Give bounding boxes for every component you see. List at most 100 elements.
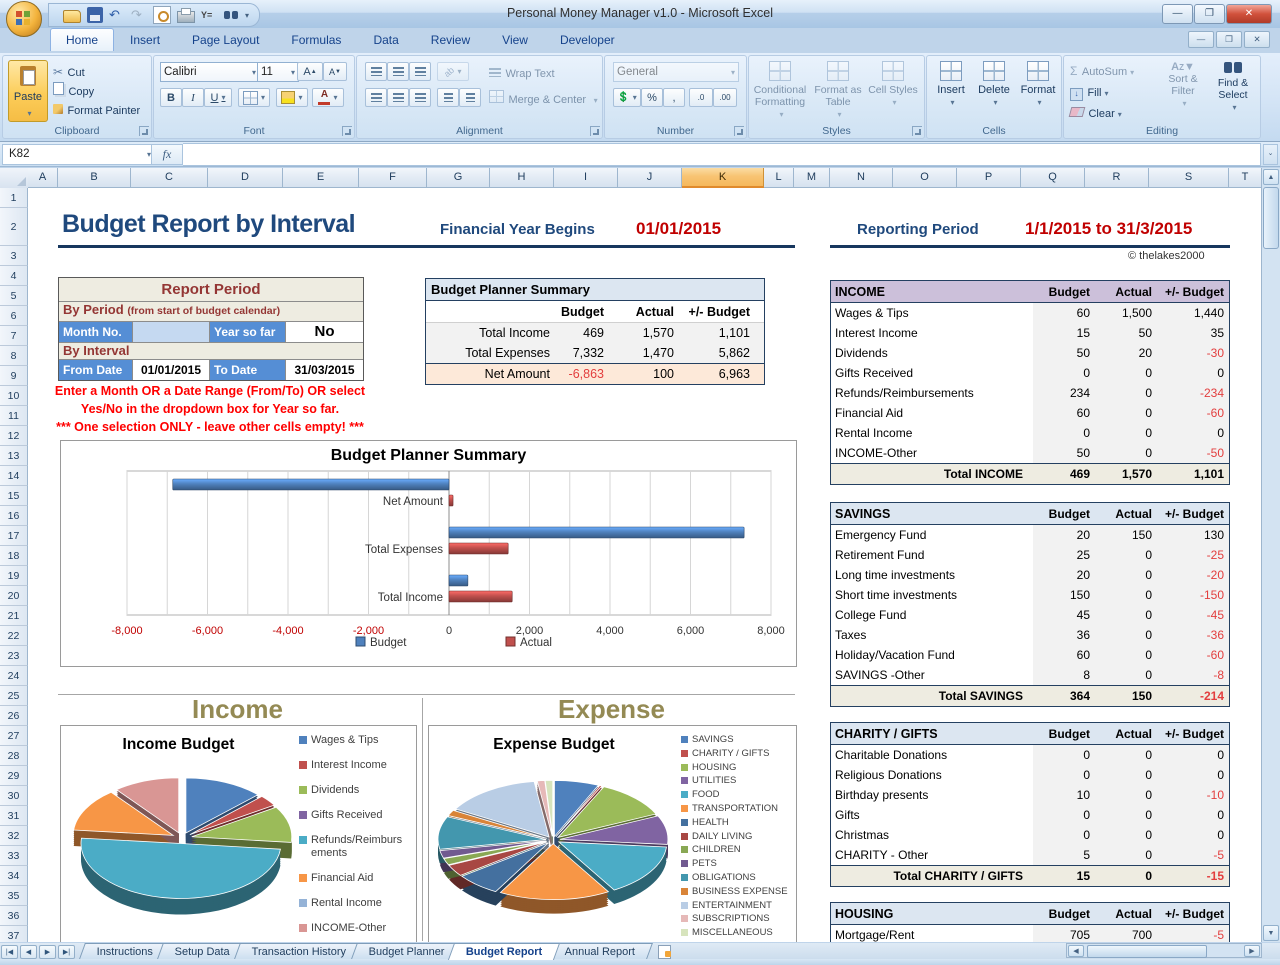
fill-button[interactable]: ↓ Fill▾ xyxy=(1070,83,1109,101)
scroll-right-button[interactable]: ▶ xyxy=(1244,945,1260,957)
shrink-font-button[interactable]: A▼ xyxy=(323,62,347,81)
row-header-20[interactable]: 20 xyxy=(0,586,28,606)
row-header-22[interactable]: 22 xyxy=(0,626,28,646)
find-select-button[interactable]: Find & Select▾ xyxy=(1210,61,1256,113)
table-row[interactable]: Refunds/Reimbursements2340-234 xyxy=(831,383,1229,403)
table-row[interactable]: Christmas000 xyxy=(831,825,1229,845)
row-header-7[interactable]: 7 xyxy=(0,326,28,346)
table-row[interactable]: Interest Income155035 xyxy=(831,323,1229,343)
table-row[interactable]: Gifts Received000 xyxy=(831,363,1229,383)
column-header-J[interactable]: J xyxy=(618,168,682,188)
row-header-2[interactable]: 2 xyxy=(0,208,28,246)
report-period-box[interactable]: Report Period By Period (from start of b… xyxy=(58,277,364,381)
column-header-D[interactable]: D xyxy=(208,168,283,188)
row-header-23[interactable]: 23 xyxy=(0,646,28,666)
row-header-26[interactable]: 26 xyxy=(0,706,28,726)
column-header-N[interactable]: N xyxy=(830,168,893,188)
table-row[interactable]: Charitable Donations000 xyxy=(831,745,1229,765)
table-row[interactable]: Taxes360-36 xyxy=(831,625,1229,645)
row-header-6[interactable]: 6 xyxy=(0,306,28,326)
horizontal-scrollbar[interactable]: ◀ ▶ xyxy=(1066,943,1262,958)
row-header-16[interactable]: 16 xyxy=(0,506,28,526)
sheet-tab-transaction-history[interactable]: Transaction History xyxy=(234,943,364,959)
table-row[interactable]: Financial Aid600-60 xyxy=(831,403,1229,423)
orientation-button[interactable]: ab▾ xyxy=(437,62,469,81)
increase-indent-icon[interactable] xyxy=(459,88,481,107)
table-row[interactable]: Birthday presents100-10 xyxy=(831,785,1229,805)
clear-button[interactable]: Clear▾ xyxy=(1070,104,1122,122)
column-header-F[interactable]: F xyxy=(359,168,427,188)
table-row[interactable]: Short time investments1500-150 xyxy=(831,585,1229,605)
insert-cells-button[interactable]: Insert▾ xyxy=(931,61,971,108)
row-header-32[interactable]: 32 xyxy=(0,826,28,846)
table-row[interactable]: INCOME-Other500-50 xyxy=(831,443,1229,463)
grow-font-button[interactable]: A▲ xyxy=(297,62,323,81)
comma-style-button[interactable]: , xyxy=(663,88,685,107)
scroll-down-button[interactable]: ▼ xyxy=(1263,925,1279,941)
column-header-G[interactable]: G xyxy=(427,168,490,188)
autosum-button[interactable]: Σ AutoSum▾ xyxy=(1070,62,1134,80)
row-header-17[interactable]: 17 xyxy=(0,526,28,546)
ribbon-tab-data[interactable]: Data xyxy=(357,28,414,51)
align-center-icon[interactable] xyxy=(387,88,409,107)
workbook-minimize-button[interactable]: — xyxy=(1188,31,1214,48)
prev-sheet-button[interactable]: ◀ xyxy=(20,945,37,959)
merge-center-button[interactable]: Merge & Center ▾ xyxy=(489,90,598,108)
delete-cells-button[interactable]: Delete▾ xyxy=(973,61,1015,108)
minimize-button[interactable]: — xyxy=(1162,4,1193,24)
row-header-9[interactable]: 9 xyxy=(0,366,28,386)
formula-bar-expand-button[interactable]: ⌄ xyxy=(1263,144,1278,165)
row-header-18[interactable]: 18 xyxy=(0,546,28,566)
row-header-3[interactable]: 3 xyxy=(0,246,28,266)
ribbon-tab-page-layout[interactable]: Page Layout xyxy=(176,28,275,51)
table-row[interactable]: Holiday/Vacation Fund600-60 xyxy=(831,645,1229,665)
column-header-M[interactable]: M xyxy=(794,168,830,188)
office-button[interactable] xyxy=(6,1,42,37)
align-left-icon[interactable] xyxy=(365,88,387,107)
row-header-1[interactable]: 1 xyxy=(0,188,28,208)
close-button[interactable]: ✕ xyxy=(1226,4,1272,24)
underline-button[interactable]: U ▾ xyxy=(204,88,232,107)
increase-decimal-button[interactable]: .0 xyxy=(689,88,713,107)
row-header-30[interactable]: 30 xyxy=(0,786,28,806)
align-bottom-icon[interactable] xyxy=(409,62,431,81)
table-row[interactable]: Wages & Tips601,5001,440 xyxy=(831,303,1229,323)
table-row[interactable]: Long time investments200-20 xyxy=(831,565,1229,585)
select-all-corner[interactable] xyxy=(0,168,29,189)
from-date-input[interactable]: 01/01/2015 xyxy=(133,360,210,380)
summary-row[interactable]: Total Income4691,5701,101 xyxy=(426,323,764,343)
maximize-button[interactable]: ❐ xyxy=(1194,4,1225,24)
row-header-35[interactable]: 35 xyxy=(0,886,28,906)
percent-style-button[interactable]: % xyxy=(641,88,663,107)
column-header-R[interactable]: R xyxy=(1085,168,1149,188)
column-header-K[interactable]: K xyxy=(682,168,764,188)
row-header-4[interactable]: 4 xyxy=(0,266,28,286)
name-box-dropdown-arrow[interactable]: ▾ xyxy=(147,150,151,159)
next-sheet-button[interactable]: ▶ xyxy=(39,945,56,959)
sheet-canvas[interactable]: Budget Report by Interval Financial Year… xyxy=(28,188,1262,942)
decrease-indent-icon[interactable] xyxy=(437,88,459,107)
column-header-I[interactable]: I xyxy=(554,168,618,188)
summary-row[interactable]: Net Amount-6,8631006,963 xyxy=(426,363,764,384)
row-header-25[interactable]: 25 xyxy=(0,686,28,706)
font-color-button[interactable]: A▾ xyxy=(312,88,344,107)
row-header-11[interactable]: 11 xyxy=(0,406,28,426)
table-row[interactable]: Rental Income000 xyxy=(831,423,1229,443)
category-table-housing[interactable]: HOUSINGBudgetActual+/- BudgetMortgage/Re… xyxy=(830,902,1230,942)
borders-button[interactable]: ▾ xyxy=(238,88,270,107)
vertical-scroll-thumb[interactable] xyxy=(1263,187,1279,249)
column-header-A[interactable]: A xyxy=(28,168,58,188)
scroll-up-button[interactable]: ▲ xyxy=(1263,169,1279,185)
sheet-tab-budget-report[interactable]: Budget Report xyxy=(448,943,561,960)
insert-function-button[interactable]: fx xyxy=(152,144,183,165)
row-header-14[interactable]: 14 xyxy=(0,466,28,486)
row-header-15[interactable]: 15 xyxy=(0,486,28,506)
vertical-scrollbar[interactable]: ▲ ▼ xyxy=(1261,168,1280,942)
year-so-far-dropdown[interactable]: No xyxy=(286,322,363,342)
column-header-C[interactable]: C xyxy=(131,168,208,188)
table-row[interactable]: College Fund450-45 xyxy=(831,605,1229,625)
paste-dropdown-arrow[interactable]: ▾ xyxy=(27,109,31,118)
table-row[interactable]: Religious Donations000 xyxy=(831,765,1229,785)
ribbon-tab-insert[interactable]: Insert xyxy=(114,28,176,51)
font-size-combo[interactable]: 11▾ xyxy=(257,62,299,82)
